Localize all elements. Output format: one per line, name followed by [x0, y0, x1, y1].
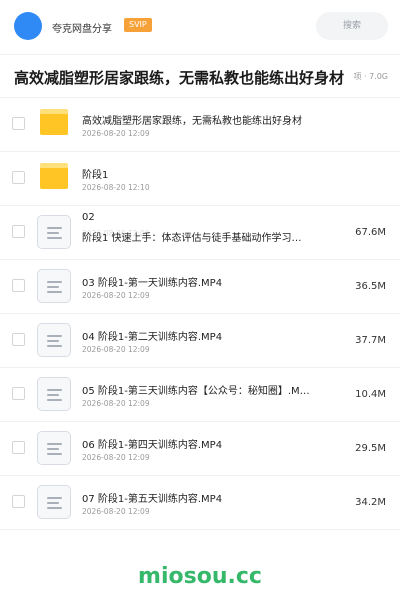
- title-bar: 高效减脂塑形居家跟练，无需私教也能练出好身材 项 · 7.0G: [0, 54, 400, 98]
- select-checkbox[interactable]: [12, 225, 25, 238]
- document-icon: [37, 377, 71, 411]
- file-name: 06 阶段1-第四天训练内容.MP4: [82, 440, 223, 451]
- file-size: 36.5M: [355, 281, 386, 292]
- file-name: 05 阶段1-第三天训练内容【公众号：秘知圈】.M…: [82, 386, 310, 397]
- document-icon: [37, 215, 71, 249]
- file-date: 2026-08-20 12:10: [82, 183, 150, 192]
- list-item[interactable]: 高效减脂塑形居家跟练，无需私教也能练出好身材 2026-08-20 12:09: [0, 98, 400, 152]
- file-name-continued: 阶段1 快速上手：体态评估与徒手基础动作学习…: [82, 233, 302, 244]
- file-date: 2026-08-20 12:09: [82, 507, 150, 516]
- list-item[interactable]: 阶段1 2026-08-20 12:10: [0, 152, 400, 206]
- select-checkbox[interactable]: [12, 495, 25, 508]
- avatar[interactable]: [14, 12, 42, 40]
- share-name: 夸克网盘分享: [52, 24, 112, 35]
- select-checkbox[interactable]: [12, 333, 25, 346]
- file-size: 10.4M: [355, 389, 386, 400]
- list-item[interactable]: 05 阶段1-第三天训练内容【公众号：秘知圈】.M… 2026-08-20 12…: [0, 368, 400, 422]
- file-size: 29.5M: [355, 443, 386, 454]
- page-title: 高效减脂塑形居家跟练，无需私教也能练出好身材: [14, 69, 345, 87]
- file-size: 34.2M: [355, 497, 386, 508]
- share-header: 夸克网盘分享 SVIP 搜索: [0, 0, 400, 54]
- file-size: 37.7M: [355, 335, 386, 346]
- file-date: 2026-08-20 12:09: [82, 345, 150, 354]
- list-item[interactable]: 02 2026-08-20 12:09 阶段1 快速上手：体态评估与徒手基础动作…: [0, 206, 400, 260]
- svip-badge: SVIP: [124, 18, 152, 32]
- select-checkbox[interactable]: [12, 441, 25, 454]
- file-name: 02: [82, 212, 95, 223]
- share-meta: 项 · 7.0G: [351, 71, 388, 82]
- file-date: 2026-08-20 12:09: [82, 453, 150, 462]
- file-date: 2026-08-20 12:09: [82, 291, 150, 300]
- file-date: 2026-08-20 12:09: [82, 399, 150, 408]
- list-item[interactable]: 03 阶段1-第一天训练内容.MP4 2026-08-20 12:09 36.5…: [0, 260, 400, 314]
- file-name: 阶段1: [82, 170, 109, 181]
- file-name: 07 阶段1-第五天训练内容.MP4: [82, 494, 223, 505]
- select-checkbox[interactable]: [12, 117, 25, 130]
- document-icon: [37, 485, 71, 519]
- file-name: 03 阶段1-第一天训练内容.MP4: [82, 278, 223, 289]
- file-list: 高效减脂塑形居家跟练，无需私教也能练出好身材 2026-08-20 12:09 …: [0, 98, 400, 530]
- document-icon: [37, 269, 71, 303]
- select-checkbox[interactable]: [12, 387, 25, 400]
- watermark: miosou.cc: [138, 564, 262, 589]
- file-date: 2026-08-20 12:09: [82, 129, 150, 138]
- file-name: 高效减脂塑形居家跟练，无需私教也能练出好身材: [82, 116, 302, 127]
- file-name: 04 阶段1-第二天训练内容.MP4: [82, 332, 223, 343]
- search-button[interactable]: 搜索: [316, 12, 388, 40]
- list-item[interactable]: 06 阶段1-第四天训练内容.MP4 2026-08-20 12:09 29.5…: [0, 422, 400, 476]
- document-icon: [37, 431, 71, 465]
- select-checkbox[interactable]: [12, 171, 25, 184]
- list-item[interactable]: 07 阶段1-第五天训练内容.MP4 2026-08-20 12:09 34.2…: [0, 476, 400, 530]
- file-size: 67.6M: [355, 227, 386, 238]
- document-icon: [37, 323, 71, 357]
- folder-icon: [40, 109, 68, 135]
- footer: miosou.cc: [0, 548, 400, 600]
- folder-icon: [40, 163, 68, 189]
- select-checkbox[interactable]: [12, 279, 25, 292]
- list-item[interactable]: 04 阶段1-第二天训练内容.MP4 2026-08-20 12:09 37.7…: [0, 314, 400, 368]
